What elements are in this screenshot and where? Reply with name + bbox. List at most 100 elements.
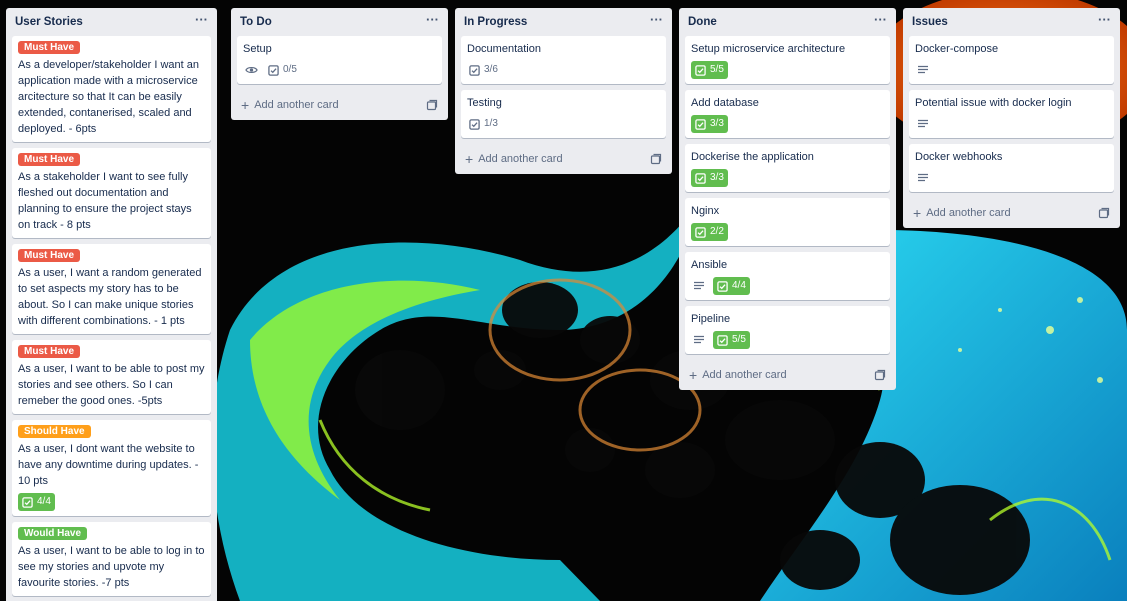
card-badges: 5/5 — [691, 61, 884, 79]
card-docker-compose[interactable]: Docker-compose — [909, 36, 1114, 84]
card-title: Documentation — [467, 43, 541, 55]
list-title[interactable]: In Progress — [464, 16, 527, 28]
list-header: User Stories ··· — [12, 8, 211, 36]
list-to-do: To Do ··· Setup 0/5 + Add another card — [231, 8, 448, 120]
checklist-badge: 1/3 — [467, 116, 500, 132]
list-title[interactable]: Issues — [912, 16, 948, 28]
card-docker-webhooks[interactable]: Docker webhooks — [909, 144, 1114, 192]
checklist-badge: 4/4 — [18, 493, 55, 511]
list-header: Done ··· — [685, 8, 890, 36]
list-title[interactable]: Done — [688, 16, 717, 28]
checklist-badge: 4/4 — [713, 277, 750, 295]
list-header: In Progress ··· — [461, 8, 666, 36]
card-badges — [915, 61, 1108, 79]
card-badges: 3/6 — [467, 61, 660, 79]
checklist-icon — [695, 226, 706, 238]
checklist-icon — [695, 64, 706, 76]
card-template-icon[interactable] — [650, 153, 662, 165]
card-title: As a stakeholder I want to see fully fle… — [18, 171, 192, 231]
card-title: Add database — [691, 97, 759, 109]
checklist-icon — [22, 496, 33, 508]
list-menu-icon[interactable]: ··· — [1098, 13, 1111, 29]
list-menu-icon[interactable]: ··· — [195, 13, 208, 29]
checklist-badge: 3/3 — [691, 115, 728, 133]
add-card-label: Add another card — [254, 99, 339, 111]
card-badges: 2/2 — [691, 223, 884, 241]
list-in-progress: In Progress ··· Documentation 3/6 Testin… — [455, 8, 672, 174]
add-card-label: Add another card — [926, 207, 1011, 219]
card-badges: 3/3 — [691, 115, 884, 133]
card-nginx[interactable]: Nginx 2/2 — [685, 198, 890, 246]
card-setup[interactable]: Setup 0/5 — [237, 36, 442, 84]
description-icon — [691, 334, 707, 346]
checklist-icon — [695, 118, 706, 130]
card-user-story-4[interactable]: Must Have As a user, I want to be able t… — [12, 340, 211, 414]
description-icon — [691, 280, 707, 292]
label-must-have[interactable]: Must Have — [18, 249, 81, 262]
list-header: Issues ··· — [909, 8, 1114, 36]
add-card-button[interactable]: + Add another card — [685, 360, 890, 390]
card-user-story-6[interactable]: Would Have As a user, I want to be able … — [12, 522, 211, 596]
add-card-button[interactable]: + Add another card — [461, 144, 666, 174]
kanban-board: User Stories ··· Must Have As a develope… — [0, 0, 1127, 601]
list-title[interactable]: User Stories — [15, 16, 83, 28]
card-title: Ansible — [691, 259, 728, 271]
checklist-icon — [469, 118, 480, 130]
label-must-have[interactable]: Must Have — [18, 41, 81, 54]
checklist-count: 3/3 — [710, 118, 724, 129]
card-template-icon[interactable] — [874, 369, 886, 381]
checklist-count: 4/4 — [37, 496, 51, 507]
checklist-icon — [268, 64, 279, 76]
checklist-count: 0/5 — [283, 64, 297, 75]
list-done: Done ··· Setup microservice architecture… — [679, 8, 896, 390]
card-template-icon[interactable] — [1098, 207, 1110, 219]
card-title: Setup — [243, 43, 272, 55]
card-pipeline[interactable]: Pipeline 5/5 — [685, 306, 890, 354]
card-user-story-2[interactable]: Must Have As a stakeholder I want to see… — [12, 148, 211, 238]
card-title: Potential issue with docker login — [915, 97, 1072, 109]
checklist-badge: 2/2 — [691, 223, 728, 241]
card-title: As a user, I want a random generated to … — [18, 267, 202, 327]
list-menu-icon[interactable]: ··· — [874, 13, 887, 29]
add-card-button[interactable]: + Add another card — [237, 90, 442, 120]
card-testing[interactable]: Testing 1/3 — [461, 90, 666, 138]
eye-icon — [243, 64, 260, 76]
checklist-badge: 5/5 — [713, 331, 750, 349]
card-docker-login-issue[interactable]: Potential issue with docker login — [909, 90, 1114, 138]
checklist-badge: 0/5 — [266, 62, 299, 78]
card-template-icon[interactable] — [426, 99, 438, 111]
checklist-icon — [695, 172, 706, 184]
card-add-database[interactable]: Add database 3/3 — [685, 90, 890, 138]
card-documentation[interactable]: Documentation 3/6 — [461, 36, 666, 84]
card-title: Docker-compose — [915, 43, 999, 55]
plus-icon: + — [913, 204, 922, 221]
checklist-count: 3/6 — [484, 64, 498, 75]
checklist-badge: 3/3 — [691, 169, 728, 187]
card-dockerise-application[interactable]: Dockerise the application 3/3 — [685, 144, 890, 192]
label-must-have[interactable]: Must Have — [18, 153, 81, 166]
card-title: As a user, I dont want the website to ha… — [18, 443, 199, 487]
list-title[interactable]: To Do — [240, 16, 272, 28]
label-should-have[interactable]: Should Have — [18, 425, 91, 438]
card-badges — [915, 115, 1108, 133]
card-badges: 5/5 — [691, 331, 884, 349]
card-setup-microservice-architecture[interactable]: Setup microservice architecture 5/5 — [685, 36, 890, 84]
add-card-button[interactable]: + Add another card — [909, 198, 1114, 228]
list-menu-icon[interactable]: ··· — [650, 13, 663, 29]
checklist-count: 1/3 — [484, 118, 498, 129]
checklist-count: 5/5 — [710, 64, 724, 75]
add-card-label: Add another card — [702, 369, 787, 381]
card-ansible[interactable]: Ansible 4/4 — [685, 252, 890, 300]
card-user-story-3[interactable]: Must Have As a user, I want a random gen… — [12, 244, 211, 334]
card-user-story-5[interactable]: Should Have As a user, I dont want the w… — [12, 420, 211, 516]
list-menu-icon[interactable]: ··· — [426, 13, 439, 29]
checklist-icon — [469, 64, 480, 76]
card-user-story-1[interactable]: Must Have As a developer/stakeholder I w… — [12, 36, 211, 142]
card-title: Testing — [467, 97, 502, 109]
description-icon — [915, 64, 931, 76]
card-badges: 3/3 — [691, 169, 884, 187]
list-user-stories: User Stories ··· Must Have As a develope… — [6, 8, 217, 601]
description-icon — [915, 172, 931, 184]
label-would-have[interactable]: Would Have — [18, 527, 88, 540]
label-must-have[interactable]: Must Have — [18, 345, 81, 358]
